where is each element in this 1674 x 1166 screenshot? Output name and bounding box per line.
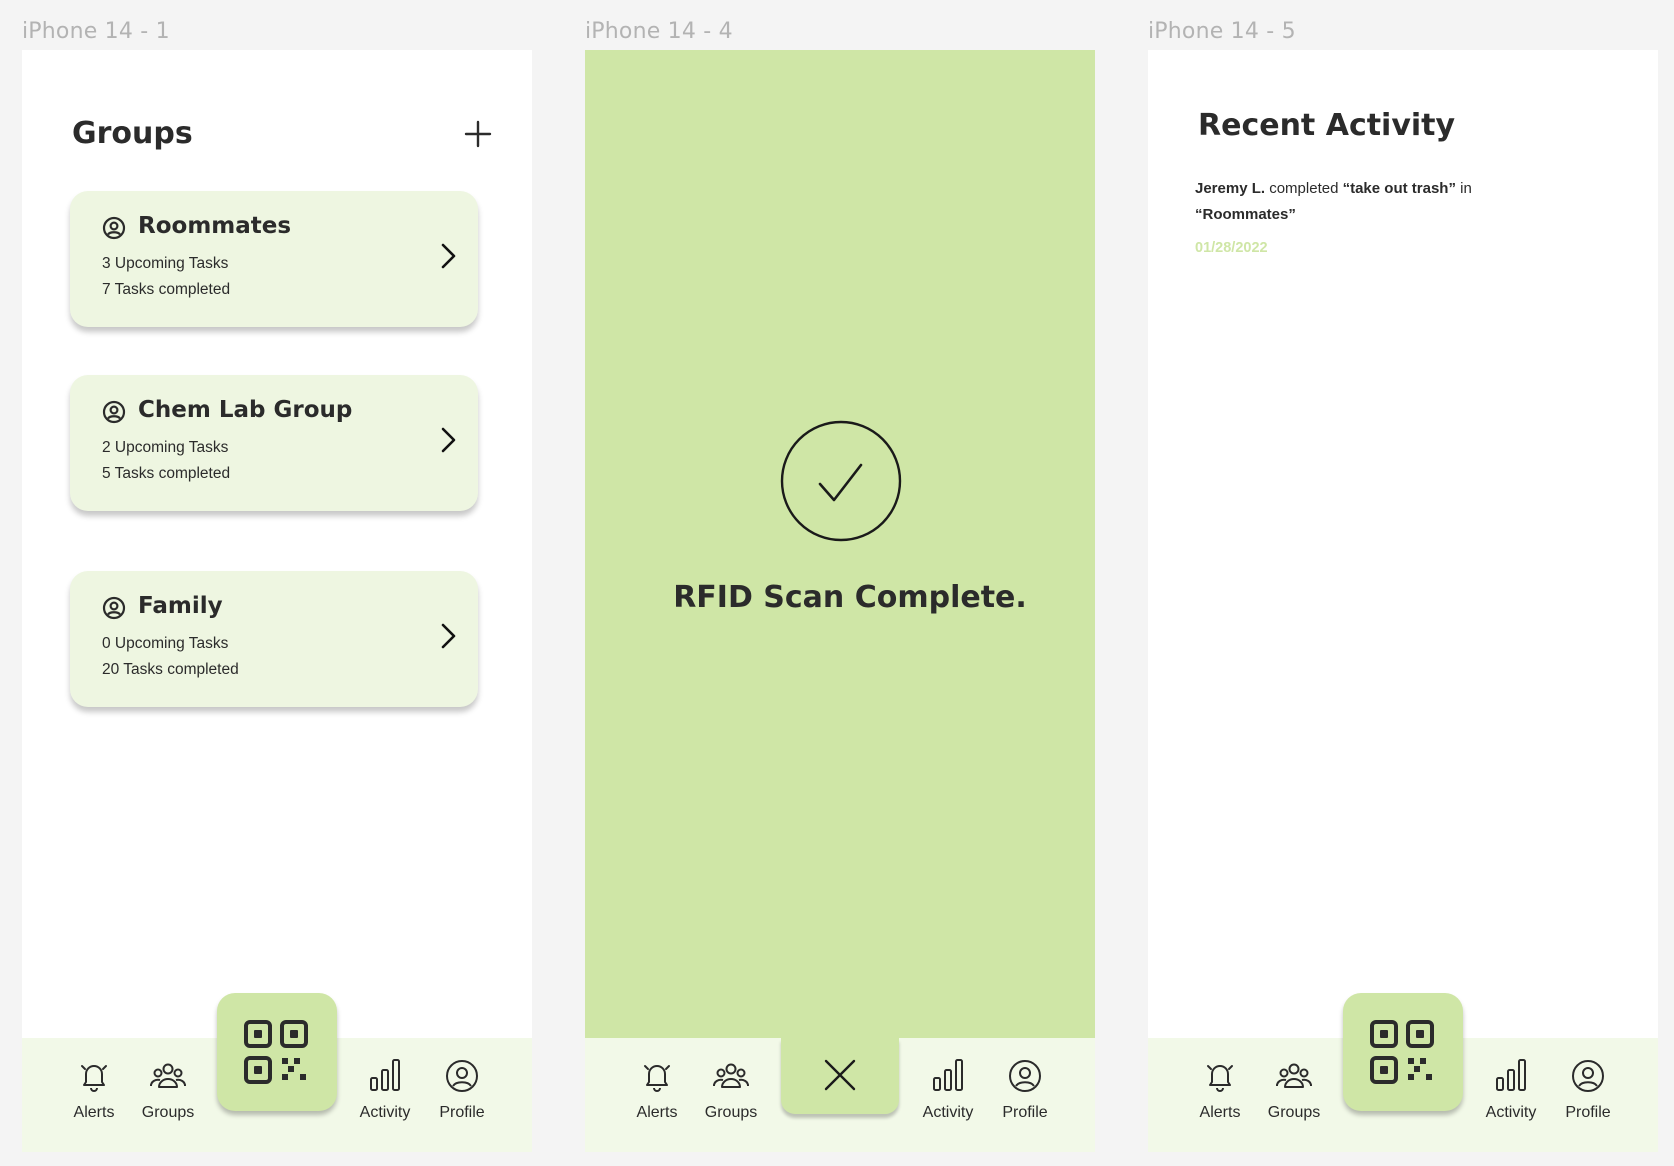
nav-groups[interactable]: Groups: [691, 1038, 771, 1152]
nav-label: Profile: [1002, 1104, 1048, 1121]
group-name: Roommates: [138, 213, 292, 239]
close-icon: [824, 1059, 856, 1091]
bar-chart-icon: [1496, 1059, 1526, 1091]
nav-groups[interactable]: Groups: [1254, 1038, 1334, 1152]
qr-code-icon: [244, 1020, 308, 1084]
bell-icon: [81, 1065, 107, 1092]
nav-groups[interactable]: Groups: [128, 1038, 208, 1152]
groups-screen: Groups Roommates 3 Upcoming Tasks 7 Task…: [22, 50, 532, 1152]
nav-alerts[interactable]: Alerts: [54, 1038, 134, 1152]
plus-icon[interactable]: [460, 116, 496, 152]
activity-user: Jeremy L.: [1195, 180, 1266, 197]
upcoming-tasks: 0 Upcoming Tasks: [102, 635, 229, 652]
nav-alerts[interactable]: Alerts: [1180, 1038, 1260, 1152]
activity-group: “Roommates”: [1195, 206, 1296, 223]
group-name: Family: [138, 593, 223, 619]
page-title: Groups: [72, 116, 193, 151]
nav-activity[interactable]: Activity: [345, 1038, 425, 1152]
chevron-right-icon[interactable]: [434, 425, 462, 455]
nav-label: Activity: [1485, 1104, 1537, 1121]
nav-label: Alerts: [1199, 1104, 1241, 1121]
user-circle-icon: [102, 400, 126, 424]
scan-button[interactable]: [1343, 993, 1463, 1111]
activity-screen: Recent Activity Jeremy L. completed “tak…: [1148, 50, 1658, 1152]
group-card-family[interactable]: Family 0 Upcoming Tasks 20 Tasks complet…: [70, 571, 478, 707]
nav-profile[interactable]: Profile: [422, 1038, 502, 1152]
nav-label: Activity: [359, 1104, 411, 1121]
nav-label: Groups: [1267, 1104, 1321, 1121]
activity-preposition: in: [1455, 180, 1472, 197]
completed-tasks: 7 Tasks completed: [102, 281, 231, 298]
scan-button[interactable]: [217, 993, 337, 1111]
nav-label: Groups: [704, 1104, 758, 1121]
bell-icon: [644, 1065, 670, 1092]
frame-label-1: iPhone 14 - 1: [22, 19, 170, 44]
users-icon: [713, 1063, 749, 1088]
upcoming-tasks: 2 Upcoming Tasks: [102, 439, 229, 456]
users-icon: [150, 1063, 186, 1088]
chevron-right-icon[interactable]: [434, 241, 462, 271]
nav-profile[interactable]: Profile: [1548, 1038, 1628, 1152]
nav-label: Alerts: [73, 1104, 115, 1121]
user-circle-icon: [102, 596, 126, 620]
nav-activity[interactable]: Activity: [1471, 1038, 1551, 1152]
qr-code-icon: [1370, 1020, 1434, 1084]
scan-complete-message: RFID Scan Complete.: [673, 580, 1027, 615]
activity-date: 01/28/2022: [1195, 240, 1268, 256]
group-name: Chem Lab Group: [138, 397, 353, 423]
activity-verb: completed: [1265, 180, 1343, 197]
nav-label: Groups: [141, 1104, 195, 1121]
user-circle-icon: [102, 216, 126, 240]
user-circle-icon: [1572, 1060, 1604, 1092]
user-circle-icon: [1009, 1060, 1041, 1092]
nav-activity[interactable]: Activity: [908, 1038, 988, 1152]
frame-label-5: iPhone 14 - 5: [1148, 19, 1296, 44]
nav-alerts[interactable]: Alerts: [617, 1038, 697, 1152]
nav-label: Activity: [922, 1104, 974, 1121]
nav-profile[interactable]: Profile: [985, 1038, 1065, 1152]
activity-task: “take out trash”: [1342, 180, 1456, 197]
users-icon: [1276, 1063, 1312, 1088]
upcoming-tasks: 3 Upcoming Tasks: [102, 255, 229, 272]
bar-chart-icon: [933, 1059, 963, 1091]
completed-tasks: 5 Tasks completed: [102, 465, 231, 482]
check-circle-icon: [780, 420, 902, 542]
group-card-roommates[interactable]: Roommates 3 Upcoming Tasks 7 Tasks compl…: [70, 191, 478, 327]
nav-label: Profile: [1565, 1104, 1611, 1121]
bar-chart-icon: [370, 1059, 400, 1091]
activity-entry: Jeremy L. completed “take out trash” in …: [1195, 176, 1495, 228]
bell-icon: [1207, 1065, 1233, 1092]
nav-label: Alerts: [636, 1104, 678, 1121]
rfid-scan-screen: RFID Scan Complete. Alerts Groups Activi…: [585, 50, 1095, 1152]
page-title: Recent Activity: [1198, 108, 1456, 143]
chevron-right-icon[interactable]: [434, 621, 462, 651]
close-button[interactable]: [781, 1038, 899, 1114]
frame-label-4: iPhone 14 - 4: [585, 19, 733, 44]
nav-label: Profile: [439, 1104, 485, 1121]
completed-tasks: 20 Tasks completed: [102, 661, 239, 678]
user-circle-icon: [446, 1060, 478, 1092]
group-card-chem-lab[interactable]: Chem Lab Group 2 Upcoming Tasks 5 Tasks …: [70, 375, 478, 511]
